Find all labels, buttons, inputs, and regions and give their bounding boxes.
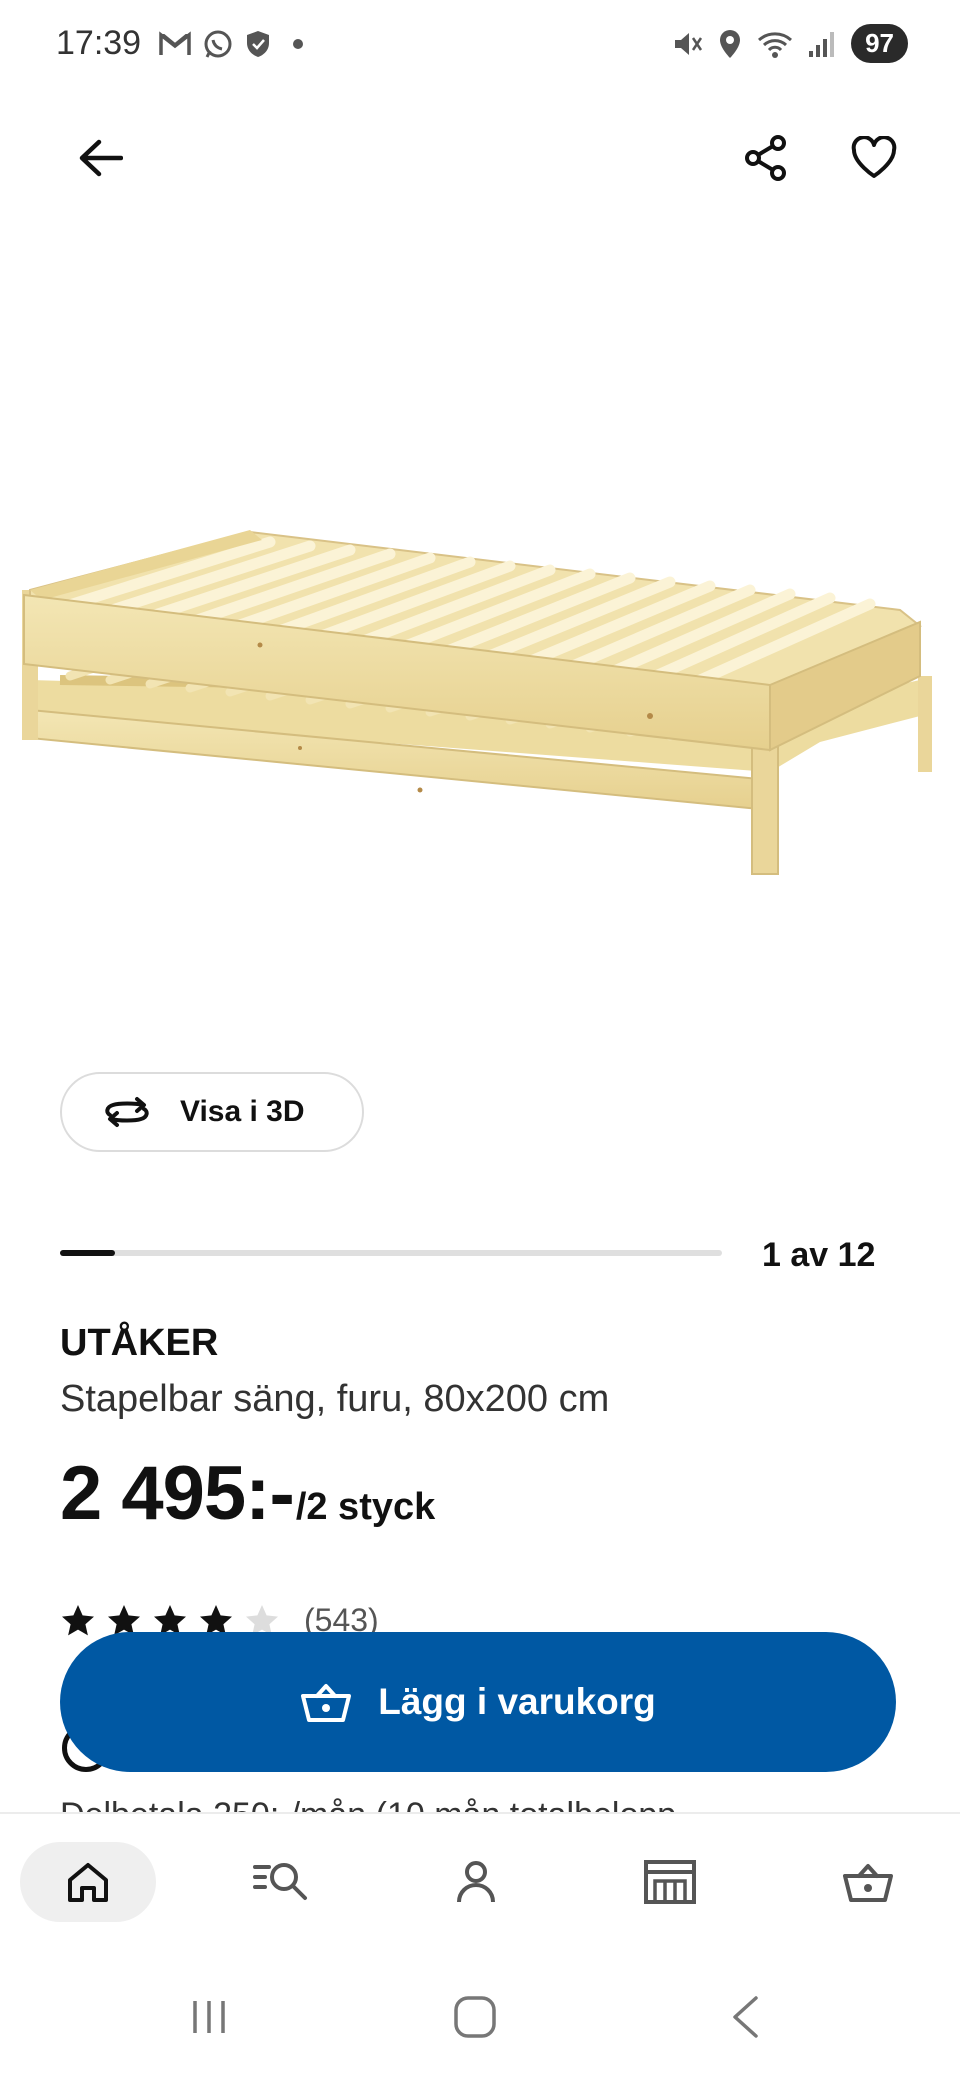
- carousel-counter: 1 av 12: [762, 1236, 876, 1274]
- price-amount: 2 495:-: [60, 1451, 295, 1536]
- tab-stores[interactable]: [602, 1842, 738, 1922]
- home-system-button[interactable]: [430, 1982, 520, 2052]
- status-time: 17:39: [56, 24, 142, 62]
- search-icon: [253, 1863, 307, 1900]
- notification-icons: [158, 28, 308, 60]
- heart-icon: [851, 136, 897, 178]
- rotate-3d-icon: [105, 1097, 149, 1127]
- wifi-icon: [758, 31, 793, 58]
- bottom-tab-bar: [0, 1812, 960, 1952]
- tab-cart[interactable]: [800, 1842, 936, 1922]
- favorite-button[interactable]: [834, 118, 914, 198]
- back-chevron-icon: [733, 1996, 758, 2038]
- carousel-progress-fill: [60, 1250, 115, 1256]
- location-icon: [720, 29, 741, 58]
- view-in-3d-button[interactable]: Visa i 3D: [60, 1072, 364, 1152]
- product-image[interactable]: [0, 480, 960, 940]
- back-button[interactable]: [60, 118, 140, 198]
- whatsapp-icon: [204, 30, 232, 58]
- person-icon: [457, 1861, 495, 1903]
- basket-icon: [843, 1864, 893, 1902]
- tab-home[interactable]: [20, 1842, 156, 1922]
- home-icon: [68, 1863, 108, 1902]
- product-description: Stapelbar säng, furu, 80x200 cm: [60, 1378, 610, 1420]
- add-to-cart-button[interactable]: Lägg i varukorg: [60, 1632, 896, 1772]
- price-unit: /2 styck: [295, 1486, 436, 1528]
- signal-icon: [809, 31, 835, 57]
- star-icon: [62, 1604, 94, 1635]
- product-name: UTÅKER: [60, 1322, 219, 1364]
- basket-icon: [301, 1684, 352, 1722]
- tab-account[interactable]: [408, 1842, 544, 1922]
- tab-search[interactable]: [214, 1842, 350, 1922]
- system-status-icons: 97: [671, 24, 908, 63]
- mute-icon: [675, 32, 703, 55]
- share-button[interactable]: [726, 118, 806, 198]
- system-navigation-bar: [0, 1952, 960, 2080]
- add-to-cart-label: Lägg i varukorg: [378, 1681, 656, 1722]
- price: 2 495:- /2 styck: [60, 1450, 435, 1537]
- status-bar: 17:39 97: [0, 0, 960, 90]
- view-in-3d-label: Visa i 3D: [180, 1095, 305, 1128]
- home-circle-icon: [454, 1996, 496, 2038]
- store-icon: [644, 1860, 696, 1904]
- dot-icon: [293, 39, 303, 49]
- recents-button[interactable]: [164, 1982, 254, 2052]
- gmail-icon: [159, 31, 191, 55]
- recents-icon: [193, 2001, 225, 2033]
- arrow-left-icon: [79, 139, 123, 177]
- share-icon: [745, 135, 786, 181]
- image-carousel-progress: [60, 1250, 722, 1256]
- battery-level: 97: [851, 24, 908, 63]
- shield-icon: [247, 31, 269, 57]
- back-system-button[interactable]: [700, 1982, 790, 2052]
